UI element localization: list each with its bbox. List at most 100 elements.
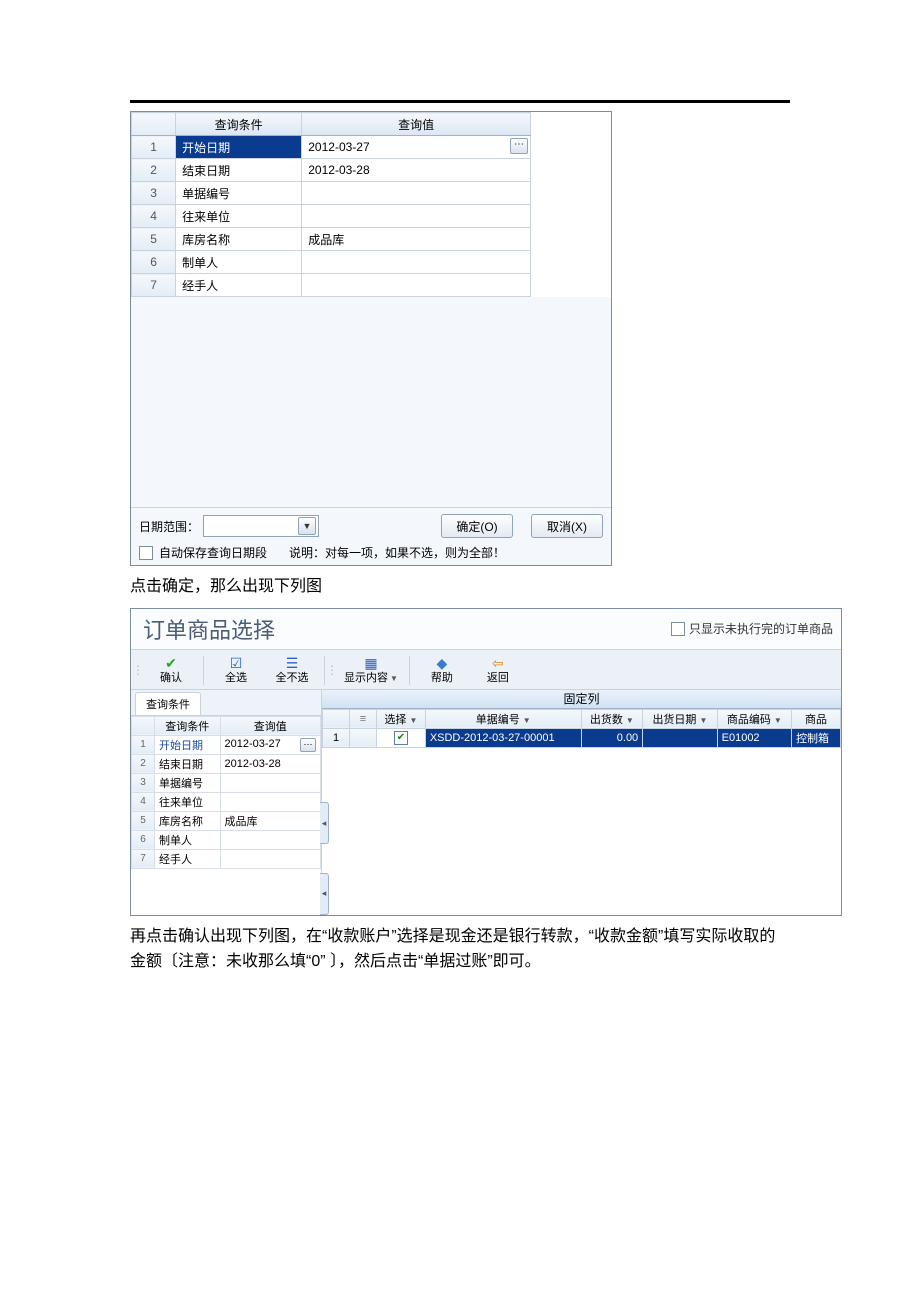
col-item[interactable]: 商品 bbox=[792, 709, 841, 728]
val-cell[interactable] bbox=[220, 849, 320, 868]
val-cell[interactable] bbox=[302, 182, 531, 205]
cancel-button[interactable]: 取消(X) bbox=[531, 514, 603, 538]
page-top-rule bbox=[130, 100, 790, 103]
chevron-down-icon: ▼ bbox=[626, 716, 634, 725]
rownum: 3 bbox=[132, 773, 155, 792]
cond-cell: 开始日期 bbox=[176, 136, 302, 159]
val-cell[interactable] bbox=[302, 274, 531, 297]
query-dialog: 查询条件 查询值 1 开始日期 2012-03-27 ⋯ 2 bbox=[130, 111, 612, 566]
table-row[interactable]: 2 结束日期 2012-03-28 bbox=[132, 754, 321, 773]
ok-button[interactable]: 确定(O) bbox=[441, 514, 513, 538]
cond-cell: 经手人 bbox=[176, 274, 302, 297]
item-code-cell: E01002 bbox=[717, 728, 791, 747]
rownum: 5 bbox=[132, 228, 176, 251]
query-row[interactable]: 4 往来单位 bbox=[132, 205, 531, 228]
row-grip-icon[interactable] bbox=[350, 728, 377, 747]
select-none-button[interactable]: ☰ 全不选 bbox=[264, 652, 320, 689]
select-all-button[interactable]: ☑ 全选 bbox=[208, 652, 264, 689]
val-cell[interactable]: 2012-03-28 bbox=[302, 159, 531, 182]
query-row[interactable]: 2 结束日期 2012-03-28 bbox=[132, 159, 531, 182]
table-row[interactable]: 7 经手人 bbox=[132, 849, 321, 868]
toolbar-grip-icon: ⋮ bbox=[135, 652, 141, 689]
help-label: 帮助 bbox=[431, 671, 453, 685]
rownum: 4 bbox=[132, 205, 176, 228]
col-docno[interactable]: 单据编号▼ bbox=[425, 709, 581, 728]
list-icon: ☰ bbox=[286, 655, 299, 671]
ship-date-cell bbox=[643, 728, 717, 747]
item-cell: 控制箱 bbox=[792, 728, 841, 747]
query-row[interactable]: 7 经手人 bbox=[132, 274, 531, 297]
left-condition-pane: 查询条件 查询条件 查询值 1 开始日期 bbox=[131, 690, 322, 915]
table-row[interactable]: 1 ✔ XSDD-2012-03-27-00001 0.00 E01002 控制… bbox=[323, 728, 841, 747]
select-cell[interactable]: ✔ bbox=[377, 728, 426, 747]
check-icon: ✔ bbox=[165, 655, 177, 671]
cond-cell: 单据编号 bbox=[155, 773, 221, 792]
table-row[interactable]: 4 往来单位 bbox=[132, 792, 321, 811]
query-row[interactable]: 3 单据编号 bbox=[132, 182, 531, 205]
val-cell[interactable]: 2012-03-28 bbox=[220, 754, 320, 773]
col-rownum bbox=[132, 113, 176, 136]
date-picker-button[interactable]: ⋯ bbox=[510, 138, 528, 154]
val-cell[interactable] bbox=[220, 773, 320, 792]
cond-cell: 结束日期 bbox=[176, 159, 302, 182]
rownum: 1 bbox=[132, 735, 155, 754]
help-button[interactable]: ◆ 帮助 bbox=[414, 652, 470, 689]
book-icon: ◆ bbox=[437, 655, 448, 671]
tab-conditions[interactable]: 查询条件 bbox=[135, 692, 201, 715]
cond-cell: 单据编号 bbox=[176, 182, 302, 205]
date-range-label: 日期范围： bbox=[139, 518, 199, 535]
toolbar: ⋮ ✔ 确认 ☑ 全选 ☰ 全不选 ⋮ ▦ 显示内容▼ ◆ bbox=[131, 650, 841, 690]
rownum: 7 bbox=[132, 274, 176, 297]
table-row[interactable]: 6 制单人 bbox=[132, 830, 321, 849]
rownum: 1 bbox=[323, 728, 350, 747]
val-text: 2012-03-27 bbox=[225, 738, 281, 750]
col-item-code[interactable]: 商品编码▼ bbox=[717, 709, 791, 728]
val-cell[interactable]: 成品库 bbox=[302, 228, 531, 251]
confirm-button[interactable]: ✔ 确认 bbox=[143, 652, 199, 689]
val-cell[interactable] bbox=[302, 205, 531, 228]
display-label: 显示内容 bbox=[344, 672, 388, 684]
rownum: 6 bbox=[132, 830, 155, 849]
only-unfinished-label: 只显示未执行完的订单商品 bbox=[689, 620, 833, 637]
left-condition-table: 查询条件 查询值 1 开始日期 2012-03-27 ⋯ bbox=[131, 716, 321, 869]
cond-cell: 制单人 bbox=[155, 830, 221, 849]
select-all-label: 全选 bbox=[225, 671, 247, 685]
separator bbox=[324, 656, 325, 685]
chevron-down-icon: ▼ bbox=[699, 716, 707, 725]
table-row[interactable]: 5 库房名称 成品库 bbox=[132, 811, 321, 830]
date-picker-button[interactable]: ⋯ bbox=[300, 738, 316, 752]
grip-icon: ≡ bbox=[350, 709, 377, 728]
rownum: 1 bbox=[132, 136, 176, 159]
table-row[interactable]: 1 开始日期 2012-03-27 ⋯ bbox=[132, 735, 321, 754]
autosave-checkbox[interactable] bbox=[139, 546, 153, 560]
table-row[interactable]: 3 单据编号 bbox=[132, 773, 321, 792]
back-label: 返回 bbox=[487, 671, 509, 685]
val-cell[interactable]: 成品库 bbox=[220, 811, 320, 830]
query-row[interactable]: 1 开始日期 2012-03-27 ⋯ bbox=[132, 136, 531, 159]
cond-cell: 库房名称 bbox=[176, 228, 302, 251]
val-cell[interactable]: 2012-03-27 ⋯ bbox=[220, 735, 320, 754]
val-text: 2012-03-27 bbox=[308, 140, 369, 154]
body-text-1: 点击确定，那么出现下列图 bbox=[130, 574, 790, 600]
val-cell[interactable] bbox=[220, 792, 320, 811]
val-cell[interactable] bbox=[302, 251, 531, 274]
query-row[interactable]: 6 制单人 bbox=[132, 251, 531, 274]
rownum: 2 bbox=[132, 159, 176, 182]
val-cell[interactable] bbox=[220, 830, 320, 849]
only-unfinished-checkbox[interactable] bbox=[671, 622, 685, 636]
collapse-left-icon[interactable]: ◂ bbox=[320, 802, 329, 844]
back-button[interactable]: ⇦ 返回 bbox=[470, 652, 526, 689]
row-checkbox[interactable]: ✔ bbox=[394, 731, 408, 745]
val-cell[interactable]: 2012-03-27 ⋯ bbox=[302, 136, 531, 159]
col-ship-date[interactable]: 出货日期▼ bbox=[643, 709, 717, 728]
chevron-down-icon: ▼ bbox=[390, 674, 398, 683]
dialog-blank-area bbox=[131, 297, 611, 507]
display-content-button[interactable]: ▦ 显示内容▼ bbox=[337, 652, 405, 689]
date-range-combo[interactable]: ▼ bbox=[203, 515, 319, 537]
checkbox-checked-icon: ☑ bbox=[230, 655, 243, 671]
col-ship-qty[interactable]: 出货数▼ bbox=[581, 709, 643, 728]
col-select[interactable]: 选择▼ bbox=[377, 709, 426, 728]
fixed-columns-header: 固定列 bbox=[322, 690, 841, 709]
query-row[interactable]: 5 库房名称 成品库 bbox=[132, 228, 531, 251]
collapse-left-icon[interactable]: ◂ bbox=[320, 873, 329, 915]
